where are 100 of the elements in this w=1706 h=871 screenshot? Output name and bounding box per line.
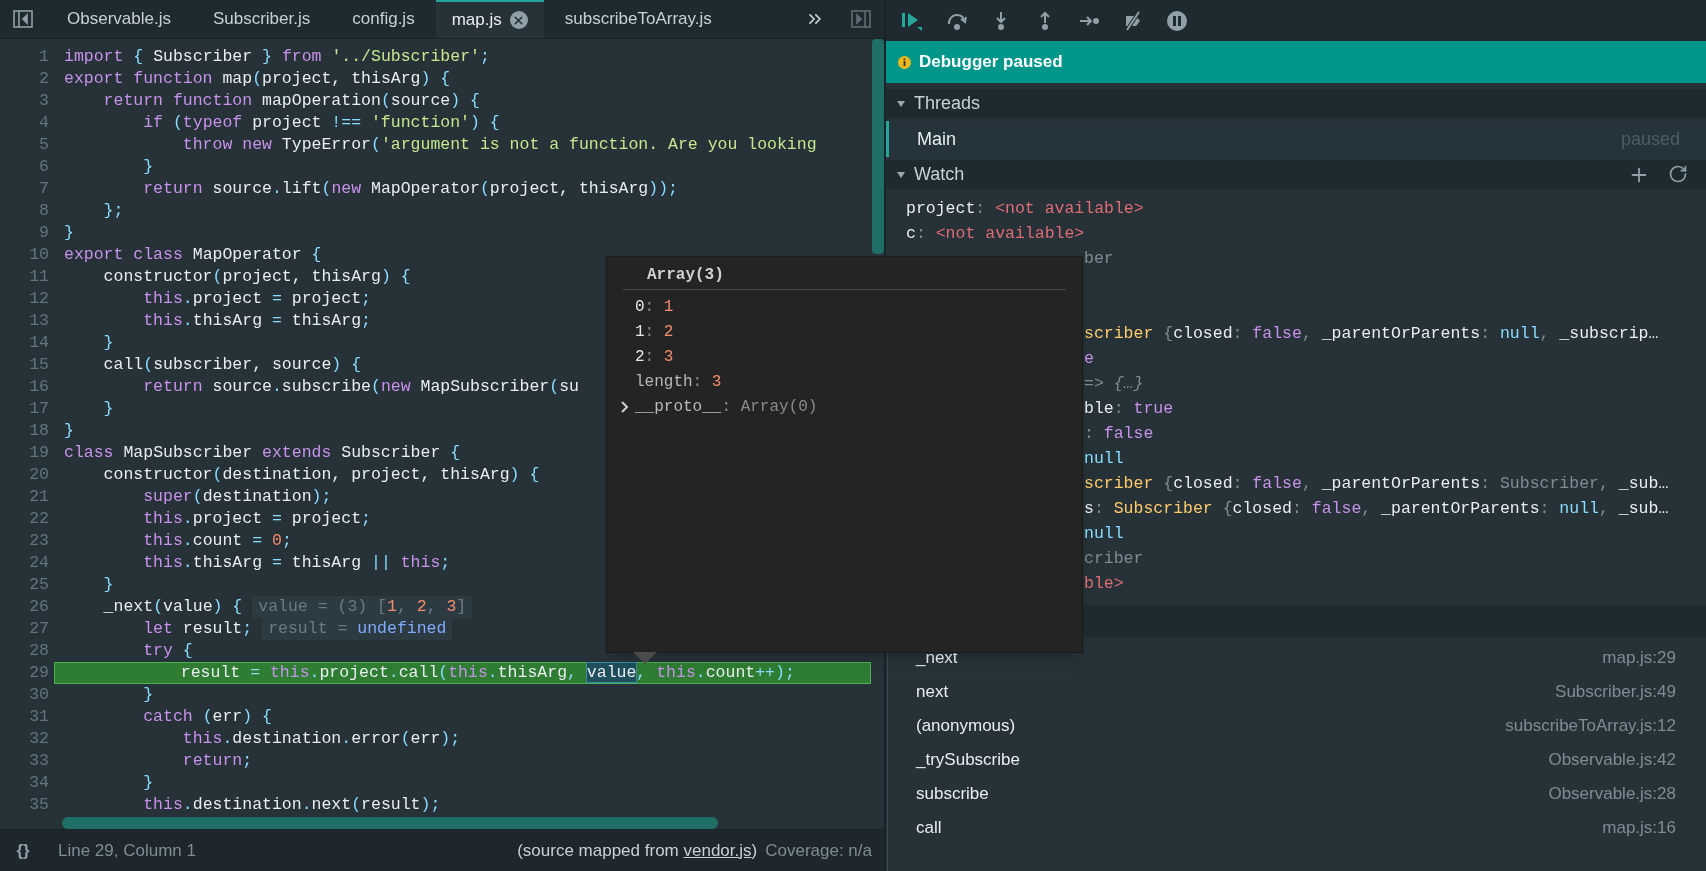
line-number: 10: [28, 244, 50, 267]
frame-location: Subscriber.js:49: [1555, 681, 1676, 704]
watch-expression: project: <not available>: [906, 198, 1144, 221]
popover-pointer-icon: [633, 652, 657, 664]
code-line: this.project = project;: [142, 508, 371, 531]
code-line: };: [102, 200, 124, 223]
code-line: super(destination);: [142, 486, 332, 509]
line-number: 4: [38, 112, 50, 135]
code-line: }: [142, 684, 154, 707]
line-number: 2: [38, 68, 50, 91]
property-entry: __proto__: Array(0): [635, 396, 818, 418]
line-number: 16: [28, 376, 50, 399]
line-number: 8: [38, 200, 50, 223]
code-line: let result; result = undefined: [57, 618, 453, 641]
source-link[interactable]: vendor.js: [683, 840, 752, 860]
code-line: _next(value) { value = (3) [1, 2, 3]: [57, 596, 473, 619]
file-tab[interactable]: subscribeToArray.js: [543, 0, 733, 39]
disclosure-triangle-icon[interactable]: [896, 169, 906, 180]
disclosure-triangle-icon[interactable]: [896, 98, 906, 109]
line-number: 29: [28, 662, 50, 685]
line-number: 31: [28, 706, 50, 729]
sidebar-toggle-icon[interactable]: [13, 10, 33, 29]
code-line: constructor(destination, project, thisArg) {: [102, 464, 540, 487]
call-stack-frame[interactable]: _trySubscribe Observable.js:42: [888, 743, 1706, 777]
line-number: 27: [28, 618, 50, 641]
frame-location: subscribeToArray.js:12: [1505, 715, 1676, 738]
code-line: if (typeof project !== 'function') {: [142, 112, 500, 135]
panel-toggle-icon[interactable]: [851, 10, 871, 29]
code-line: }: [63, 222, 74, 245]
popover-title: Array(3): [623, 263, 1066, 290]
threads-header[interactable]: Threads: [886, 89, 1706, 118]
frame-location: map.js:29: [1602, 647, 1676, 670]
code-line: return function mapOperation(source) {: [102, 90, 480, 113]
pretty-print-button[interactable]: {}: [0, 837, 46, 864]
file-tab[interactable]: map.js: [435, 0, 544, 39]
call-stack-frame[interactable]: _next map.js:29: [888, 641, 1706, 675]
code-line: constructor(project, thisArg) {: [102, 266, 411, 289]
property-entry: 1: 2: [635, 321, 674, 343]
watch-expression: e: [1084, 348, 1094, 371]
call-stack-frame[interactable]: (anonymous) subscribeToArray.js:12: [888, 709, 1706, 743]
code-line: this.project = project;: [142, 288, 371, 311]
line-number: 6: [38, 156, 50, 179]
watch-expression: scriber {closed: false, _parentOrParents: Subscriber, _sub…: [1084, 473, 1669, 496]
call-stack-frame[interactable]: next Subscriber.js:49: [888, 675, 1706, 709]
watch-expression: scriber {closed: false, _parentOrParents: null, _subscrip…: [1084, 323, 1659, 346]
horizontal-scrollbar[interactable]: [62, 817, 718, 830]
file-tab[interactable]: Observable.js: [46, 0, 192, 39]
watch-expression: null: [1084, 523, 1124, 546]
line-number: 32: [28, 728, 50, 751]
code-line: }: [102, 332, 114, 355]
line-number: 1: [38, 46, 50, 69]
frame-location: Observable.js:42: [1548, 749, 1676, 772]
vertical-scrollbar[interactable]: [872, 39, 884, 255]
code-line: }: [102, 574, 114, 597]
inline-value: value = (3) [1, 2, 3]: [252, 596, 473, 619]
code-line: }: [102, 398, 114, 421]
code-line: return source.subscribe(new MapSubscriber(su: [142, 376, 579, 399]
refresh-icon[interactable]: [1668, 163, 1688, 184]
call-stack-frame[interactable]: call map.js:16: [888, 811, 1706, 845]
file-tab[interactable]: config.js: [331, 0, 436, 39]
line-number: 7: [38, 178, 50, 201]
call-stack-frame[interactable]: subscribe Observable.js:28: [888, 777, 1706, 811]
file-tab[interactable]: Subscriber.js: [191, 0, 332, 39]
coverage-status: Coverage: n/a: [765, 839, 872, 862]
line-number: 24: [28, 552, 50, 575]
close-icon[interactable]: [509, 11, 528, 30]
line-number: 25: [28, 574, 50, 597]
watch-expression: ber: [1084, 248, 1114, 271]
watch-expression: : false: [1084, 423, 1154, 446]
line-number: 9: [38, 222, 50, 245]
source-map-note: (source mapped from vendor.js): [517, 839, 758, 862]
property-entry: length: 3: [635, 371, 722, 393]
watch-expression: => {…}: [1084, 373, 1144, 396]
line-number: 34: [28, 772, 50, 795]
pause-icon[interactable]: [1166, 9, 1188, 32]
line-number: 18: [28, 420, 50, 443]
line-number: 28: [28, 640, 50, 663]
line-number: 15: [28, 354, 50, 377]
frame-location: Observable.js:28: [1548, 783, 1676, 806]
watch-expression: s: Subscriber {closed: false, _parentOrParents: null, _sub…: [1084, 498, 1669, 521]
code-line: this.destination.error(err);: [181, 728, 461, 751]
watch-header[interactable]: Watch: [896, 161, 965, 188]
code-line: this.thisArg = thisArg || this;: [142, 552, 451, 575]
info-icon: [898, 55, 911, 69]
line-number: 33: [28, 750, 50, 773]
code-line: }: [142, 156, 154, 179]
code-line: }: [142, 772, 154, 795]
cursor-position: Line 29, Column 1: [58, 839, 196, 862]
line-number: 13: [28, 310, 50, 333]
line-number: 14: [28, 332, 50, 355]
code-line: this.destination.next(result);: [142, 794, 441, 817]
line-number: 5: [38, 134, 50, 157]
code-line: return;: [181, 750, 253, 773]
line-number: 35: [28, 794, 50, 817]
code-line: import { Subscriber } from '../Subscriber';: [63, 46, 490, 69]
line-number: 12: [28, 288, 50, 311]
inline-value: result = undefined: [262, 618, 453, 641]
property-entry: 2: 3: [635, 346, 674, 368]
code-line: call(subscriber, source) {: [102, 354, 362, 377]
code-line: try {: [142, 640, 193, 663]
